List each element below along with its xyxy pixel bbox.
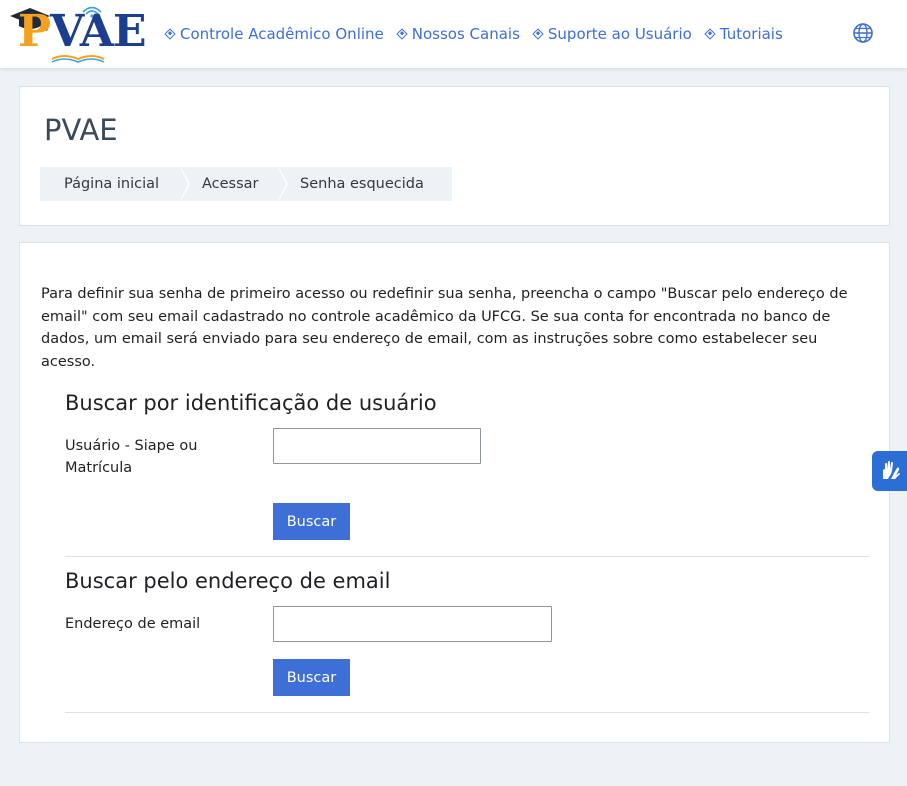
diamond-bullet-icon xyxy=(532,28,544,40)
email-label: Endereço de email xyxy=(65,616,201,632)
email-input[interactable] xyxy=(273,606,552,642)
sign-language-hands-icon xyxy=(882,461,900,479)
search-by-username-title: Buscar por identificação de usuário xyxy=(65,391,437,415)
top-navbar: PVAE Controle Acadêmico Online Nossos Ca… xyxy=(0,0,907,68)
diamond-bullet-icon xyxy=(704,28,716,40)
forgot-password-panel: Para definir sua senha de primeiro acess… xyxy=(19,242,890,743)
breadcrumb-item-login[interactable]: Acessar xyxy=(180,167,288,201)
page-header: PVAE Página inicial Acessar Senha esquec… xyxy=(19,86,890,226)
open-book-icon xyxy=(51,55,105,63)
diamond-bullet-icon xyxy=(396,28,408,40)
main-navigation: Controle Acadêmico Online Nossos Canais … xyxy=(164,0,783,68)
breadcrumb: Página inicial Acessar Senha esquecida xyxy=(40,167,452,201)
logo-wordmark: PVAE xyxy=(18,6,147,57)
breadcrumb-item-home[interactable]: Página inicial xyxy=(40,167,190,201)
username-input[interactable] xyxy=(273,428,481,464)
page-title: PVAE xyxy=(44,113,118,147)
divider xyxy=(65,556,869,557)
diamond-bullet-icon xyxy=(164,28,176,40)
search-by-email-title: Buscar pelo endereço de email xyxy=(65,569,391,593)
breadcrumb-item-current: Senha esquecida xyxy=(278,167,452,201)
nav-link-suporte[interactable]: Suporte ao Usuário xyxy=(532,25,692,43)
accessibility-widget-button[interactable] xyxy=(872,451,907,491)
globe-icon[interactable] xyxy=(852,22,874,44)
divider xyxy=(65,712,869,713)
username-label: Usuário - Siape ou Matrícula xyxy=(65,438,198,476)
nav-link-nossos-canais[interactable]: Nossos Canais xyxy=(396,25,520,43)
nav-link-tutoriais[interactable]: Tutoriais xyxy=(704,25,783,43)
search-username-button[interactable]: Buscar xyxy=(273,503,350,540)
nav-link-controle-academico[interactable]: Controle Acadêmico Online xyxy=(164,25,384,43)
site-logo[interactable]: PVAE xyxy=(10,4,147,63)
intro-text: Para definir sua senha de primeiro acess… xyxy=(41,286,848,370)
search-email-button[interactable]: Buscar xyxy=(273,659,350,696)
